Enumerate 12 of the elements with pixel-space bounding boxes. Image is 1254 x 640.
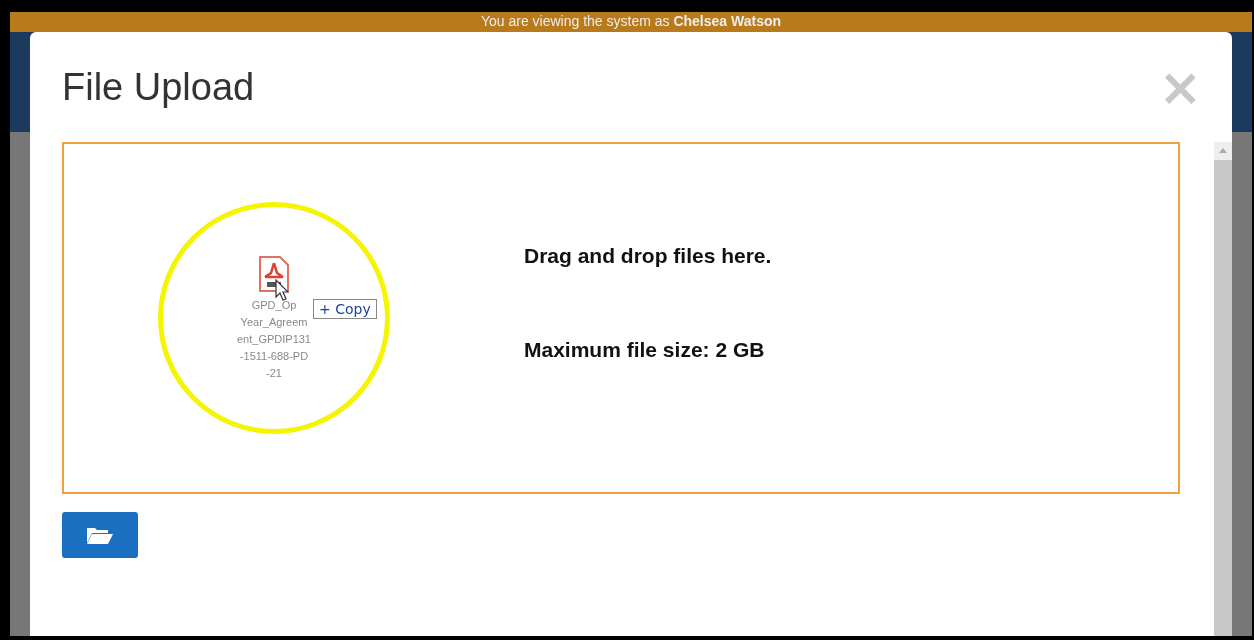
folder-icon xyxy=(86,525,114,545)
browse-button[interactable] xyxy=(62,512,138,558)
impersonation-banner-text: You are viewing the system as Chelsea Watson xyxy=(480,12,782,30)
dialog-title: File Upload xyxy=(62,65,255,109)
drop-zone[interactable]: GPD_Op Year_Agreem ent_GPDIP131 -1511-688-PD -21 + Copy Drag and drop files here. Maximum file size: 2 GB xyxy=(62,142,1180,494)
scrollbar[interactable] xyxy=(1214,142,1232,636)
file-name: GPD_Op Year_Agreem ent_GPDIP131 -1511-688-PD -21 xyxy=(236,297,312,381)
drag-tooltip: + Copy xyxy=(313,299,377,319)
file-size-limit: Maximum file size: 2 GB xyxy=(524,338,766,362)
drop-instruction: Drag and drop files here. xyxy=(524,244,773,268)
cursor-icon xyxy=(275,279,289,301)
pdf-file-icon xyxy=(258,254,290,293)
